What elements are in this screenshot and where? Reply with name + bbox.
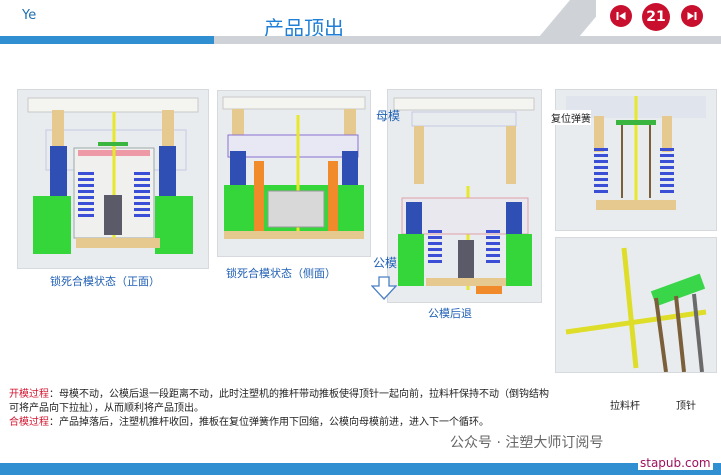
open-process-label: 开模过程	[9, 389, 49, 400]
mold-retract-image	[387, 89, 542, 303]
label-mother-mold: 母模	[376, 109, 401, 123]
mold-front-view-image	[17, 89, 209, 269]
label-reset-spring: 复位弹簧	[551, 110, 591, 125]
header-divider-bar	[214, 36, 721, 44]
wechat-account-label: 公众号 · 注塑大师订阅号	[450, 435, 604, 451]
skip-back-icon[interactable]	[610, 5, 632, 27]
caption-mold-retract: 公模后退	[428, 307, 472, 320]
label-ejector-pin: 顶针	[676, 401, 696, 412]
caption-side-view: 锁死合模状态（侧面）	[226, 267, 336, 280]
watermark: stapub.com	[638, 456, 713, 470]
mold-side-view-image	[217, 90, 371, 257]
ejector-detail-image	[555, 237, 717, 373]
close-process-label: 合模过程	[9, 417, 49, 428]
arrow-down-icon	[370, 276, 398, 304]
process-description: 开模过程：母模不动，公模后退一段距离不动，此时注塑机的推杆带动推板使得顶针一起向…	[9, 388, 554, 430]
page-number-badge: 21	[642, 3, 670, 31]
skip-forward-icon[interactable]	[681, 5, 703, 27]
header-accent-bar	[0, 36, 214, 44]
brand-label: Ye	[22, 8, 37, 23]
label-pull-rod: 拉料杆	[610, 401, 640, 412]
open-process-text: ：母模不动，公模后退一段距离不动，此时注塑机的推杆带动推板使得顶针一起向前，拉料…	[9, 389, 549, 414]
footer-bar	[0, 463, 721, 475]
close-process-paragraph: 合模过程：产品掉落后，注塑机推杆收回，推板在复位弹簧作用下回缩，公模向母模前进，…	[9, 416, 554, 430]
open-process-paragraph: 开模过程：母模不动，公模后退一段距离不动，此时注塑机的推杆带动推板使得顶针一起向…	[9, 388, 554, 416]
close-process-text: ：产品掉落后，注塑机推杆收回，推板在复位弹簧作用下回缩，公模向母模前进，进入下一…	[49, 417, 489, 428]
caption-front-view: 锁死合模状态（正面）	[50, 275, 160, 288]
label-male-mold: 公模	[373, 256, 398, 270]
